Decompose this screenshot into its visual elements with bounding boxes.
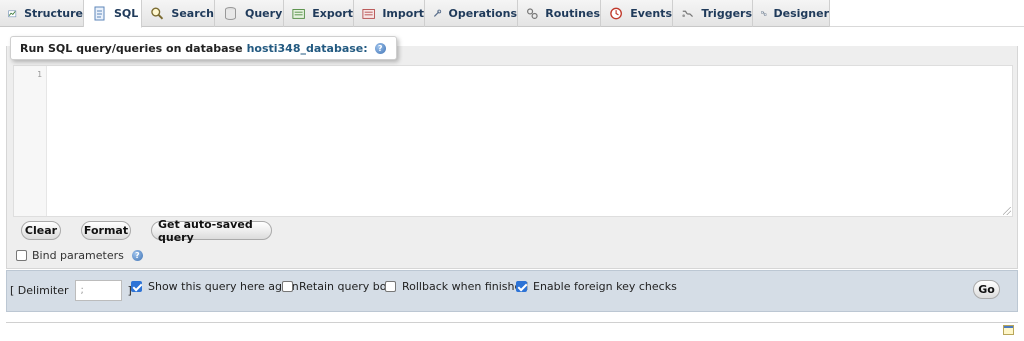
routines-icon	[527, 8, 538, 20]
show-query-again-option[interactable]: Show this query here again	[131, 280, 299, 293]
tab-label: Routines	[545, 7, 600, 20]
tab-triggers[interactable]: Triggers	[673, 0, 753, 27]
tab-label: Import	[382, 7, 424, 20]
legend-text: Run SQL query/queries on database	[20, 41, 243, 55]
wrench-icon	[434, 9, 442, 17]
sql-icon	[94, 6, 105, 21]
sql-panel-legend: Run SQL query/queries on database hosti3…	[10, 36, 397, 60]
tab-label: Operations	[448, 7, 518, 20]
tab-routines[interactable]: Routines	[518, 0, 601, 27]
tab-query[interactable]: Query	[215, 0, 284, 27]
retain-query-box-checkbox[interactable]	[282, 281, 293, 292]
tab-import[interactable]: Import	[354, 0, 425, 27]
go-button[interactable]: Go	[973, 280, 1000, 299]
tab-export[interactable]: Export	[284, 0, 354, 27]
delimiter-group: [ Delimiter ]	[10, 270, 132, 310]
clock-icon	[610, 7, 622, 20]
bind-parameters-label: Bind parameters	[32, 249, 124, 262]
tab-bar: Structure SQL Search Query Export Import…	[0, 0, 1024, 28]
tab-label: SQL	[114, 7, 139, 20]
database-link[interactable]: hosti348_database:	[247, 42, 368, 55]
console-icon[interactable]	[1003, 325, 1014, 335]
bind-parameters-checkbox[interactable]	[16, 250, 27, 261]
line-number: 1	[37, 70, 42, 79]
tab-label: Query	[245, 7, 283, 20]
query-icon	[225, 7, 236, 20]
format-button[interactable]: Format	[81, 221, 131, 240]
bottom-divider	[6, 322, 1018, 323]
help-icon[interactable]: ?	[131, 250, 143, 261]
tab-designer[interactable]: Designer	[753, 0, 830, 27]
sql-editor[interactable]: 1	[13, 65, 1013, 217]
bind-parameters-row: Bind parameters ?	[16, 249, 143, 262]
foreign-key-checks-label: Enable foreign key checks	[533, 280, 677, 293]
tab-label: Export	[312, 7, 353, 20]
foreign-key-checks-option[interactable]: Enable foreign key checks	[516, 280, 677, 293]
editor-gutter: 1	[14, 66, 47, 216]
tab-sql[interactable]: SQL	[84, 0, 142, 28]
clear-button[interactable]: Clear	[21, 221, 61, 240]
structure-icon	[8, 10, 17, 18]
foreign-key-checks-checkbox[interactable]	[516, 281, 527, 292]
tab-label: Designer	[773, 7, 830, 20]
tab-label: Triggers	[701, 7, 752, 20]
retain-query-box-label: Retain query box	[299, 280, 393, 293]
help-icon[interactable]: ?	[374, 42, 386, 54]
rollback-checkbox[interactable]	[385, 281, 396, 292]
show-query-again-checkbox[interactable]	[131, 281, 142, 292]
tab-label: Search	[171, 7, 214, 20]
export-icon	[292, 9, 305, 19]
search-icon	[151, 7, 164, 20]
delimiter-label: [ Delimiter	[10, 283, 69, 297]
triggers-icon	[682, 10, 693, 18]
delimiter-input[interactable]	[74, 279, 122, 301]
designer-icon	[761, 11, 767, 16]
retain-query-box-option[interactable]: Retain query box	[282, 280, 393, 293]
show-query-again-label: Show this query here again	[148, 280, 299, 293]
import-icon	[362, 9, 375, 19]
rollback-label: Rollback when finished	[402, 280, 529, 293]
tab-operations[interactable]: Operations	[425, 0, 518, 27]
tab-label: Events	[630, 7, 672, 20]
get-auto-saved-query-button[interactable]: Get auto-saved query	[151, 218, 272, 244]
tab-search[interactable]: Search	[142, 0, 215, 27]
tab-structure[interactable]: Structure	[0, 0, 84, 27]
tab-label: Structure	[24, 7, 83, 20]
rollback-option[interactable]: Rollback when finished	[385, 280, 528, 293]
tab-events[interactable]: Events	[601, 0, 673, 27]
resize-grip[interactable]	[1003, 207, 1011, 215]
